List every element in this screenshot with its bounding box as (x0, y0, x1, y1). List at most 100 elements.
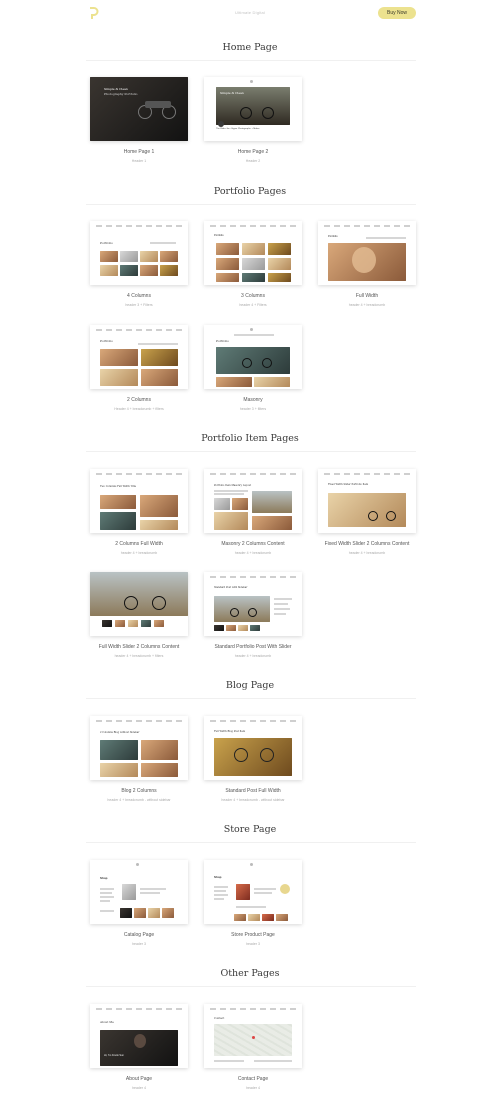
card-title: 2 Columns (127, 397, 151, 403)
divider (86, 60, 416, 61)
section-title-store: Store Page (223, 824, 277, 835)
thumbnail[interactable]: Shop (204, 860, 302, 924)
thumbnail[interactable]: About Me Hi, I'm Frank Sun (90, 1004, 188, 1068)
card-title: About Page (125, 1076, 153, 1082)
demo-card-masonry-2-columns[interactable]: Portfolio Item Masonry Layout Masonry 2 … (204, 469, 302, 555)
card-subtitle: Header 4 + breadcrumb + filters (114, 407, 164, 411)
card-title: Full Width Slider 2 Columns Content (98, 644, 180, 650)
thumb-caption: The Rider Jim - Hyper Photographic + Mak… (216, 128, 260, 130)
thumbnail[interactable]: Simple & Clean Photography Portfolio (90, 77, 188, 141)
thumbnail[interactable] (90, 572, 188, 636)
thumb-heading: Fixed Width Slider Portfolio Item (328, 483, 369, 486)
card-subtitle: header 3 (132, 942, 146, 946)
thumbnail[interactable]: Two Columns Full Width Title (90, 469, 188, 533)
divider (86, 451, 416, 452)
thumb-heading: Shop (214, 875, 222, 879)
thumbnail[interactable]: Shop (90, 860, 188, 924)
thumb-heading: 2 Columns Blog without Sidebar (100, 731, 140, 734)
card-title: 2 Columns Full Width (115, 541, 163, 547)
card-subtitle: header 4 + breadcrumb (348, 551, 386, 555)
demo-card-blog-2-columns[interactable]: 2 Columns Blog without Sidebar Blog 2 Co… (90, 716, 188, 802)
demo-card-home-2[interactable]: Simple & Clean The Rider Jim - Hyper Pho… (204, 77, 302, 163)
card-title: Standard Post Full Width (225, 788, 281, 794)
card-title: Fixed Width Slider 2 Columns Content (324, 541, 410, 547)
divider (86, 842, 416, 843)
demo-card-home-1[interactable]: Simple & Clean Photography Portfolio Hom… (90, 77, 188, 163)
thumb-heading: Two Columns Full Width Title (100, 485, 137, 488)
thumbnail[interactable]: Portfolio (90, 221, 188, 285)
card-title: Standard Portfolio Post With Slider (214, 644, 292, 650)
thumbnail[interactable]: Contact (204, 1004, 302, 1068)
thumbnail[interactable]: Standard Post with Sidebar (204, 572, 302, 636)
demo-card-standard-post[interactable]: Full Width Blog Post Item Standard Post … (204, 716, 302, 802)
thumb-heading: Portfolio (328, 235, 338, 238)
divider (86, 204, 416, 205)
card-title: Blog 2 Columns (121, 788, 157, 794)
card-title: Contact Page (237, 1076, 269, 1082)
demo-card-masonry[interactable]: Portfolio Masonry header 3 + filters (204, 325, 302, 411)
thumb-heading: Portfolio (100, 339, 113, 343)
card-title: 4 Columns (127, 293, 151, 299)
tagline: Ultimate Digital (234, 10, 266, 15)
demo-card-full-width[interactable]: Portfolio Full Width header 4 + breadcru… (318, 221, 416, 307)
card-subtitle: header 4 + breadcrumb - without sidebar (221, 798, 285, 802)
thumb-heading: Portfolio Item Masonry Layout (214, 484, 252, 487)
divider (86, 698, 416, 699)
demo-card-contact[interactable]: Contact Contact Page header 4 (204, 1004, 302, 1090)
card-title: Store Product Page (231, 932, 275, 938)
thumb-overlay-text: Hi, I'm Frank Sun (104, 1054, 124, 1057)
card-subtitle: Header 2 (245, 159, 261, 163)
buy-now-button[interactable]: Buy Now (378, 7, 416, 19)
thumbnail[interactable]: Fixed Width Slider Portfolio Item (318, 469, 416, 533)
card-subtitle: header 3 (246, 942, 260, 946)
thumb-heading: About Me (100, 1020, 114, 1024)
card-subtitle: header 4 + breadcrumb (348, 303, 386, 307)
thumbnail[interactable]: Portfolio (204, 221, 302, 285)
demo-card-2-columns-full-width[interactable]: Two Columns Full Width Title 2 Columns F… (90, 469, 188, 555)
section-title-other: Other Pages (220, 968, 280, 979)
thumbnail[interactable]: Portfolio Item Masonry Layout (204, 469, 302, 533)
demo-card-fixed-width-slider[interactable]: Fixed Width Slider Portfolio Item Fixed … (318, 469, 416, 555)
thumb-heading: Full Width Blog Post Item (214, 730, 246, 733)
thumbnail[interactable]: Simple & Clean The Rider Jim - Hyper Pho… (204, 77, 302, 141)
card-subtitle: header 4 + breadcrumb - without sidebar (107, 798, 171, 802)
demo-card-2-columns[interactable]: Portfolio 2 Columns Header 4 + breadcrum… (90, 325, 188, 411)
thumbnail[interactable]: Full Width Blog Post Item (204, 716, 302, 780)
thumb-heading: Contact (214, 1017, 225, 1020)
thumb-heading: Simple & Clean (220, 91, 244, 95)
card-subtitle: header 4 + breadcrumb (234, 551, 272, 555)
demo-card-3-columns[interactable]: Portfolio 3 Columns header 4 + Filters (204, 221, 302, 307)
thumbnail[interactable]: Portfolio (318, 221, 416, 285)
card-subtitle: header 3 + Filters (125, 303, 153, 307)
section-title-portfolio: Portfolio Pages (213, 186, 287, 197)
card-title: Home Page 1 (123, 149, 155, 155)
card-subtitle: header 3 + filters (239, 407, 267, 411)
thumb-heading: Simple & Clean (104, 87, 128, 91)
card-subtitle: header 4 + breadcrumb (120, 551, 158, 555)
thumb-subheading: Photography Portfolio (104, 92, 138, 96)
section-title-blog: Blog Page (225, 680, 275, 691)
demo-card-about[interactable]: About Me Hi, I'm Frank Sun About Page he… (90, 1004, 188, 1090)
top-bar: Ultimate Digital Buy Now (0, 0, 500, 26)
card-subtitle: header 4 (246, 1086, 260, 1090)
card-title: 3 Columns (241, 293, 265, 299)
demo-card-full-width-slider[interactable]: Full Width Slider 2 Columns Content head… (90, 572, 188, 658)
card-subtitle: header 4 (132, 1086, 146, 1090)
thumb-heading: Portfolio (100, 241, 113, 245)
thumbnail[interactable]: Portfolio (204, 325, 302, 389)
demo-card-standard-portfolio-slider[interactable]: Standard Post with Sidebar Standard Port… (204, 572, 302, 658)
section-title-portfolio-item: Portfolio Item Pages (201, 433, 299, 444)
card-title: Masonry 2 Columns Content (221, 541, 285, 547)
demo-card-store-product[interactable]: Shop Store Product Page header 3 (204, 860, 302, 946)
demo-card-4-columns[interactable]: Portfolio 4 Columns header 3 + Filters (90, 221, 188, 307)
card-subtitle: Header 1 (131, 159, 147, 163)
card-title: Full Width (355, 293, 379, 299)
thumbnail[interactable]: 2 Columns Blog without Sidebar (90, 716, 188, 780)
thumb-heading: Shop (100, 876, 108, 880)
divider (86, 986, 416, 987)
section-title-home: Home Page (222, 42, 278, 53)
card-title: Masonry (243, 397, 263, 403)
demo-card-catalog[interactable]: Shop Catalog Page header 3 (90, 860, 188, 946)
thumbnail[interactable]: Portfolio (90, 325, 188, 389)
card-title: Catalog Page (123, 932, 155, 938)
